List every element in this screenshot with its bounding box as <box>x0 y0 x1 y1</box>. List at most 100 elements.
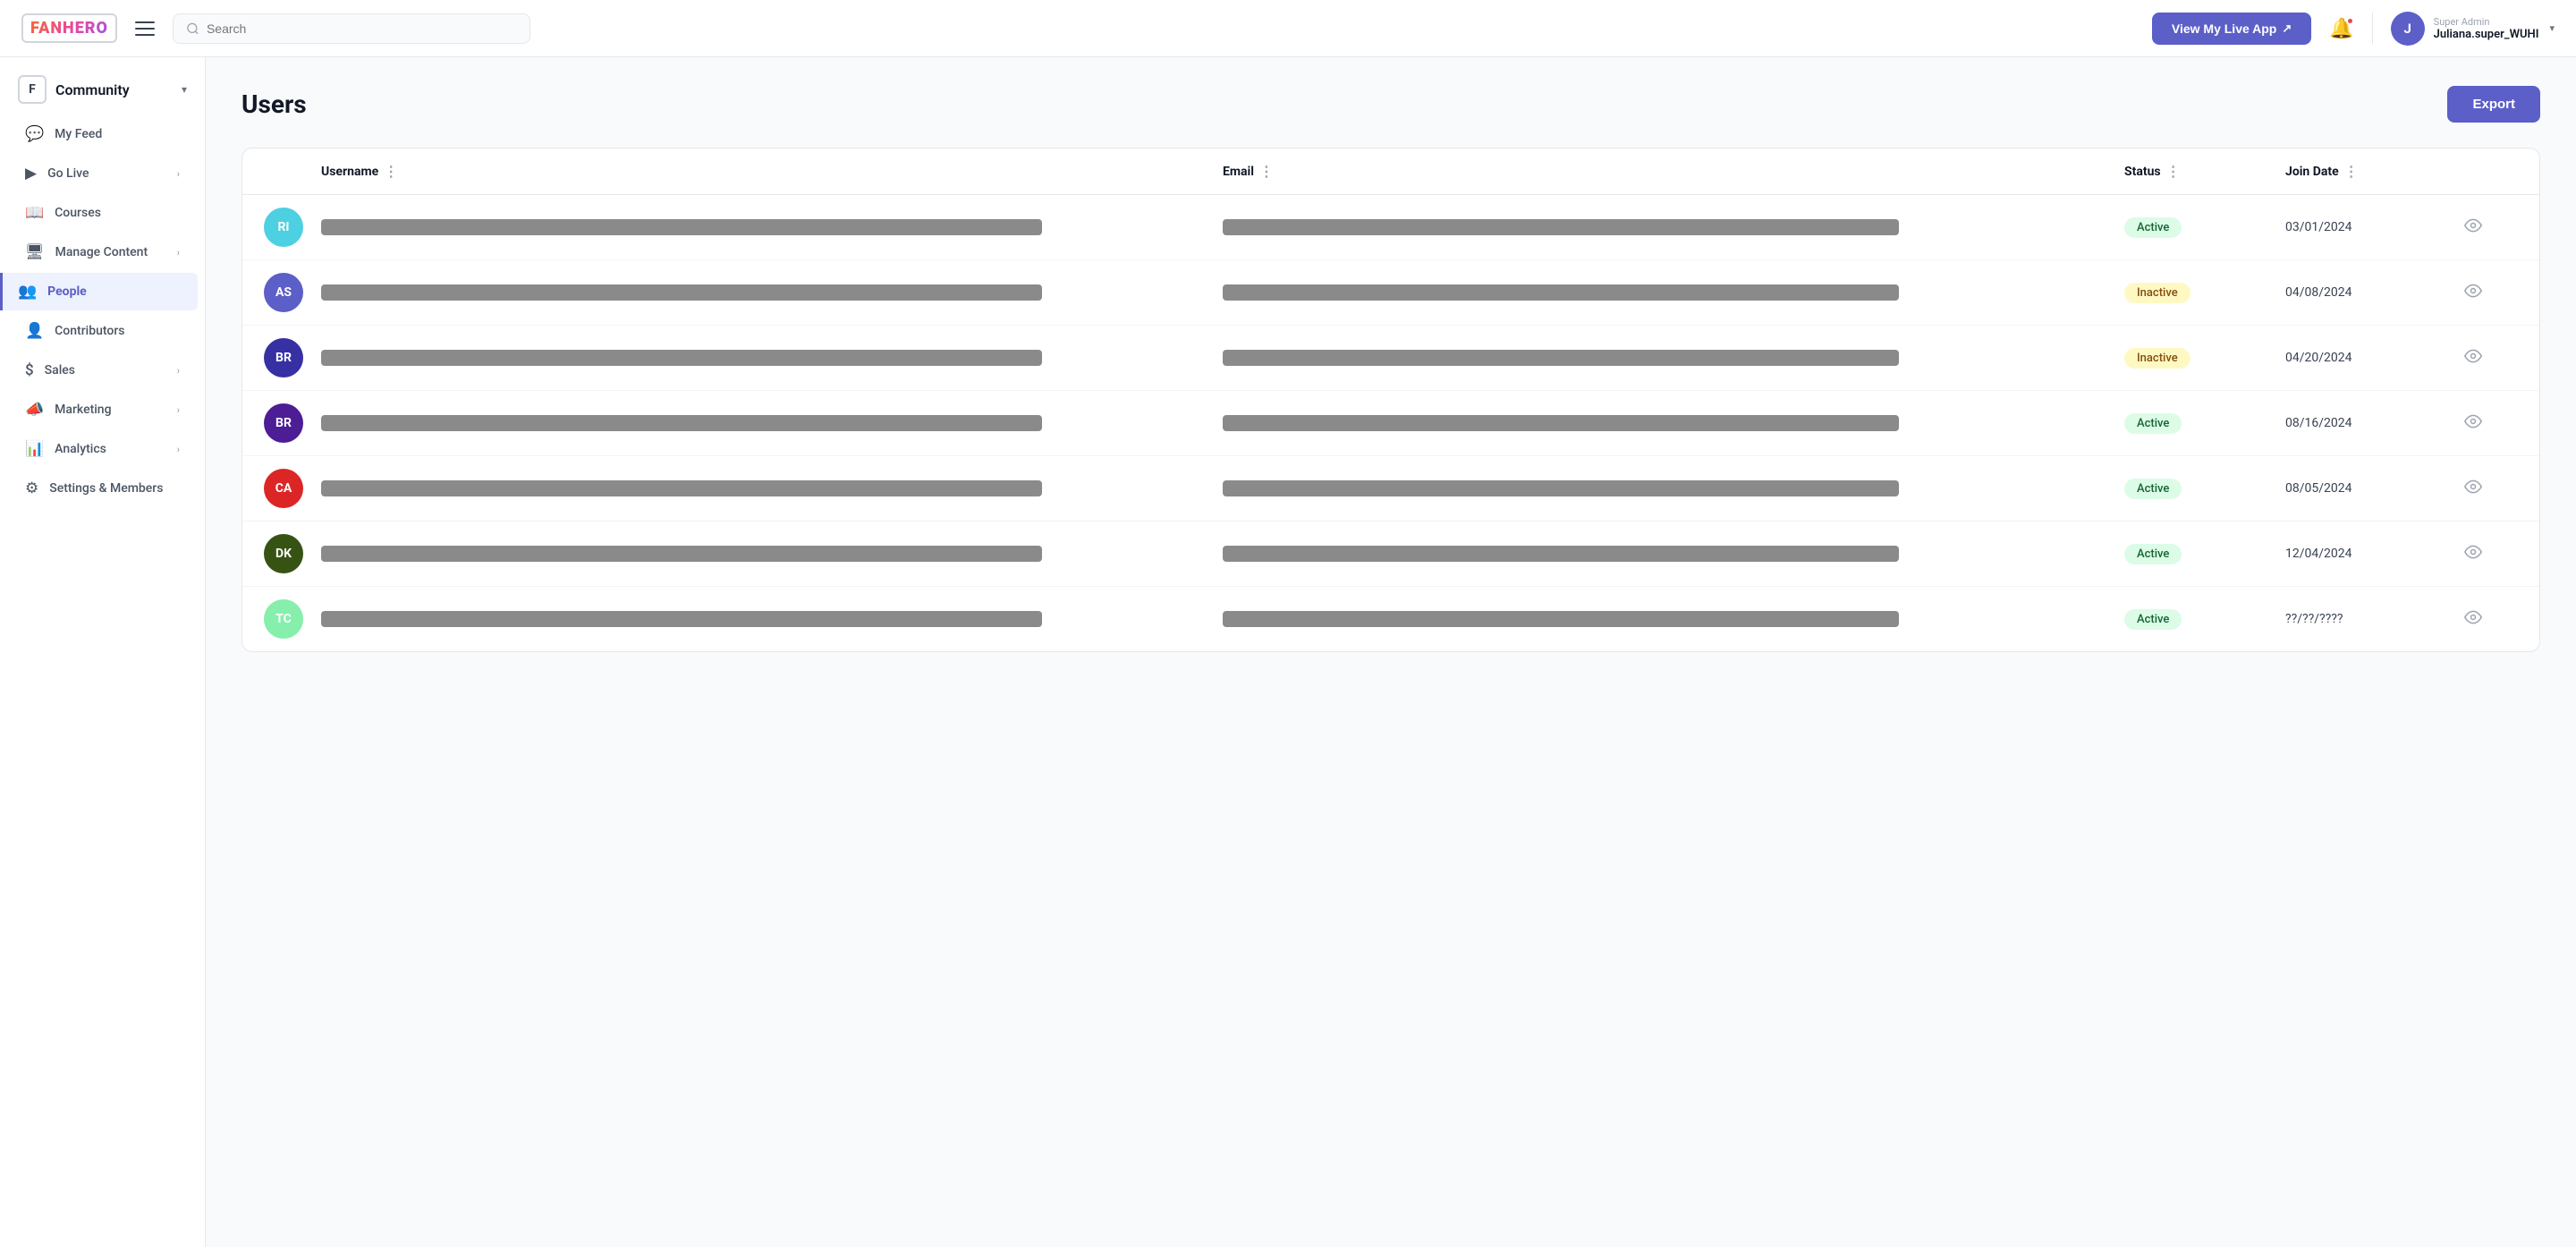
sidebar-item-people[interactable]: 👥 People <box>0 273 198 310</box>
notifications-button[interactable]: 🔔 <box>2329 17 2353 40</box>
chevron-right-icon: › <box>177 444 180 455</box>
email-cell <box>1223 611 2124 627</box>
sidebar-item-marketing[interactable]: 📣 Marketing › <box>7 391 198 428</box>
join-date-cell: 04/20/2024 <box>2285 351 2464 365</box>
view-user-button[interactable] <box>2464 412 2482 435</box>
sidebar-item-analytics[interactable]: 📊 Analytics › <box>7 430 198 468</box>
users-table: Username ⋮ Email ⋮ Status ⋮ Join Date ⋮ <box>242 148 2540 652</box>
search-box <box>173 13 530 44</box>
community-label: Community <box>55 81 130 98</box>
view-live-button[interactable]: View My Live App ↗ <box>2152 13 2311 45</box>
view-user-button[interactable] <box>2464 347 2482 369</box>
sidebar-item-label: Contributors <box>55 324 180 338</box>
nav-divider <box>2372 13 2373 45</box>
view-user-button[interactable] <box>2464 216 2482 239</box>
chat-icon: 💬 <box>25 125 44 143</box>
status-badge: Active <box>2124 479 2182 499</box>
column-options-icon[interactable]: ⋮ <box>2344 163 2359 180</box>
chevron-down-icon: ▾ <box>2549 22 2555 34</box>
sidebar-item-label: Settings & Members <box>49 481 180 496</box>
contributor-icon: 👤 <box>25 322 44 340</box>
hamburger-menu[interactable] <box>135 21 155 36</box>
play-icon: ▶ <box>25 165 37 182</box>
logo[interactable]: FANHERO <box>21 13 117 43</box>
status-badge: Active <box>2124 544 2182 564</box>
chevron-right-icon: › <box>177 404 180 416</box>
sidebar-item-label: Manage Content <box>55 245 166 259</box>
status-cell: Inactive <box>2124 348 2285 369</box>
email-cell <box>1223 415 2124 431</box>
community-chevron-icon: ▾ <box>182 83 187 96</box>
username-cell <box>321 415 1223 431</box>
table-row: DK Active 12/04/2024 <box>242 522 2539 587</box>
avatar: AS <box>264 273 321 312</box>
status-cell: Active <box>2124 479 2285 499</box>
megaphone-icon: 📣 <box>25 401 44 419</box>
status-cell: Active <box>2124 413 2285 434</box>
row-actions <box>2464 543 2518 565</box>
sidebar-item-contributors[interactable]: 👤 Contributors <box>7 312 198 350</box>
top-navigation: FANHERO View My Live App ↗ 🔔 J Super Adm… <box>0 0 2576 57</box>
export-button[interactable]: Export <box>2447 86 2540 123</box>
username-cell <box>321 350 1223 366</box>
status-badge: Active <box>2124 217 2182 238</box>
status-badge: Active <box>2124 413 2182 434</box>
avatar: RI <box>264 208 321 247</box>
sidebar-item-go-live[interactable]: ▶ Go Live › <box>7 155 198 192</box>
sidebar-item-manage-content[interactable]: 🖥 Manage Content › <box>7 233 198 271</box>
username-cell <box>321 480 1223 496</box>
table-row: BR Active 08/16/2024 <box>242 391 2539 456</box>
sidebar-item-sales[interactable]: $ Sales › <box>7 352 198 389</box>
status-cell: Inactive <box>2124 283 2285 303</box>
join-date-cell: 08/05/2024 <box>2285 481 2464 496</box>
avatar: DK <box>264 534 321 573</box>
sidebar-community[interactable]: F Community ▾ <box>0 64 205 115</box>
sidebar-item-courses[interactable]: 📖 Courses <box>7 194 198 232</box>
email-cell <box>1223 284 2124 301</box>
user-name: Juliana.super_WUHI <box>2434 28 2539 41</box>
sidebar-item-label: Analytics <box>55 442 166 456</box>
row-actions <box>2464 216 2518 239</box>
join-date-cell: 08/16/2024 <box>2285 416 2464 430</box>
row-actions <box>2464 282 2518 304</box>
status-cell: Active <box>2124 544 2285 564</box>
notification-badge <box>2346 17 2354 25</box>
column-options-icon[interactable]: ⋮ <box>2166 163 2181 180</box>
chevron-right-icon: › <box>177 168 180 180</box>
search-input[interactable] <box>207 21 517 36</box>
page-title: Users <box>242 89 307 119</box>
column-options-icon[interactable]: ⋮ <box>384 163 398 180</box>
external-link-icon: ↗ <box>2282 21 2292 36</box>
join-date-cell: ??/??/???? <box>2285 612 2464 626</box>
view-user-button[interactable] <box>2464 282 2482 304</box>
dollar-icon: $ <box>25 361 34 379</box>
sidebar-item-label: Go Live <box>47 166 166 181</box>
view-user-button[interactable] <box>2464 543 2482 565</box>
monitor-icon: 🖥 <box>25 243 45 261</box>
status-cell: Active <box>2124 609 2285 630</box>
username-cell <box>321 611 1223 627</box>
join-date-cell: 12/04/2024 <box>2285 547 2464 561</box>
avatar: BR <box>264 403 321 443</box>
sidebar-item-my-feed[interactable]: 💬 My Feed <box>7 115 198 153</box>
people-icon: 👥 <box>18 283 37 301</box>
col-header-username: Username ⋮ <box>321 163 1223 180</box>
sidebar-item-settings[interactable]: ⚙ Settings & Members <box>7 470 198 507</box>
sidebar-item-label: My Feed <box>55 127 180 141</box>
sidebar: F Community ▾ 💬 My Feed ▶ Go Live › 📖 Co… <box>0 57 206 1247</box>
table-row: AS Inactive 04/08/2024 <box>242 260 2539 326</box>
view-user-button[interactable] <box>2464 608 2482 631</box>
user-menu[interactable]: J Super Admin Juliana.super_WUHI ▾ <box>2391 12 2555 46</box>
chevron-right-icon: › <box>177 247 180 259</box>
analytics-icon: 📊 <box>25 440 44 458</box>
column-options-icon[interactable]: ⋮ <box>1259 163 1274 180</box>
email-cell <box>1223 350 2124 366</box>
table-row: BR Inactive 04/20/2024 <box>242 326 2539 391</box>
avatar: CA <box>264 469 321 508</box>
email-cell <box>1223 546 2124 562</box>
view-user-button[interactable] <box>2464 478 2482 500</box>
row-actions <box>2464 412 2518 435</box>
col-header-join-date: Join Date ⋮ <box>2285 163 2464 180</box>
settings-icon: ⚙ <box>25 479 38 497</box>
table-header: Username ⋮ Email ⋮ Status ⋮ Join Date ⋮ <box>242 148 2539 195</box>
